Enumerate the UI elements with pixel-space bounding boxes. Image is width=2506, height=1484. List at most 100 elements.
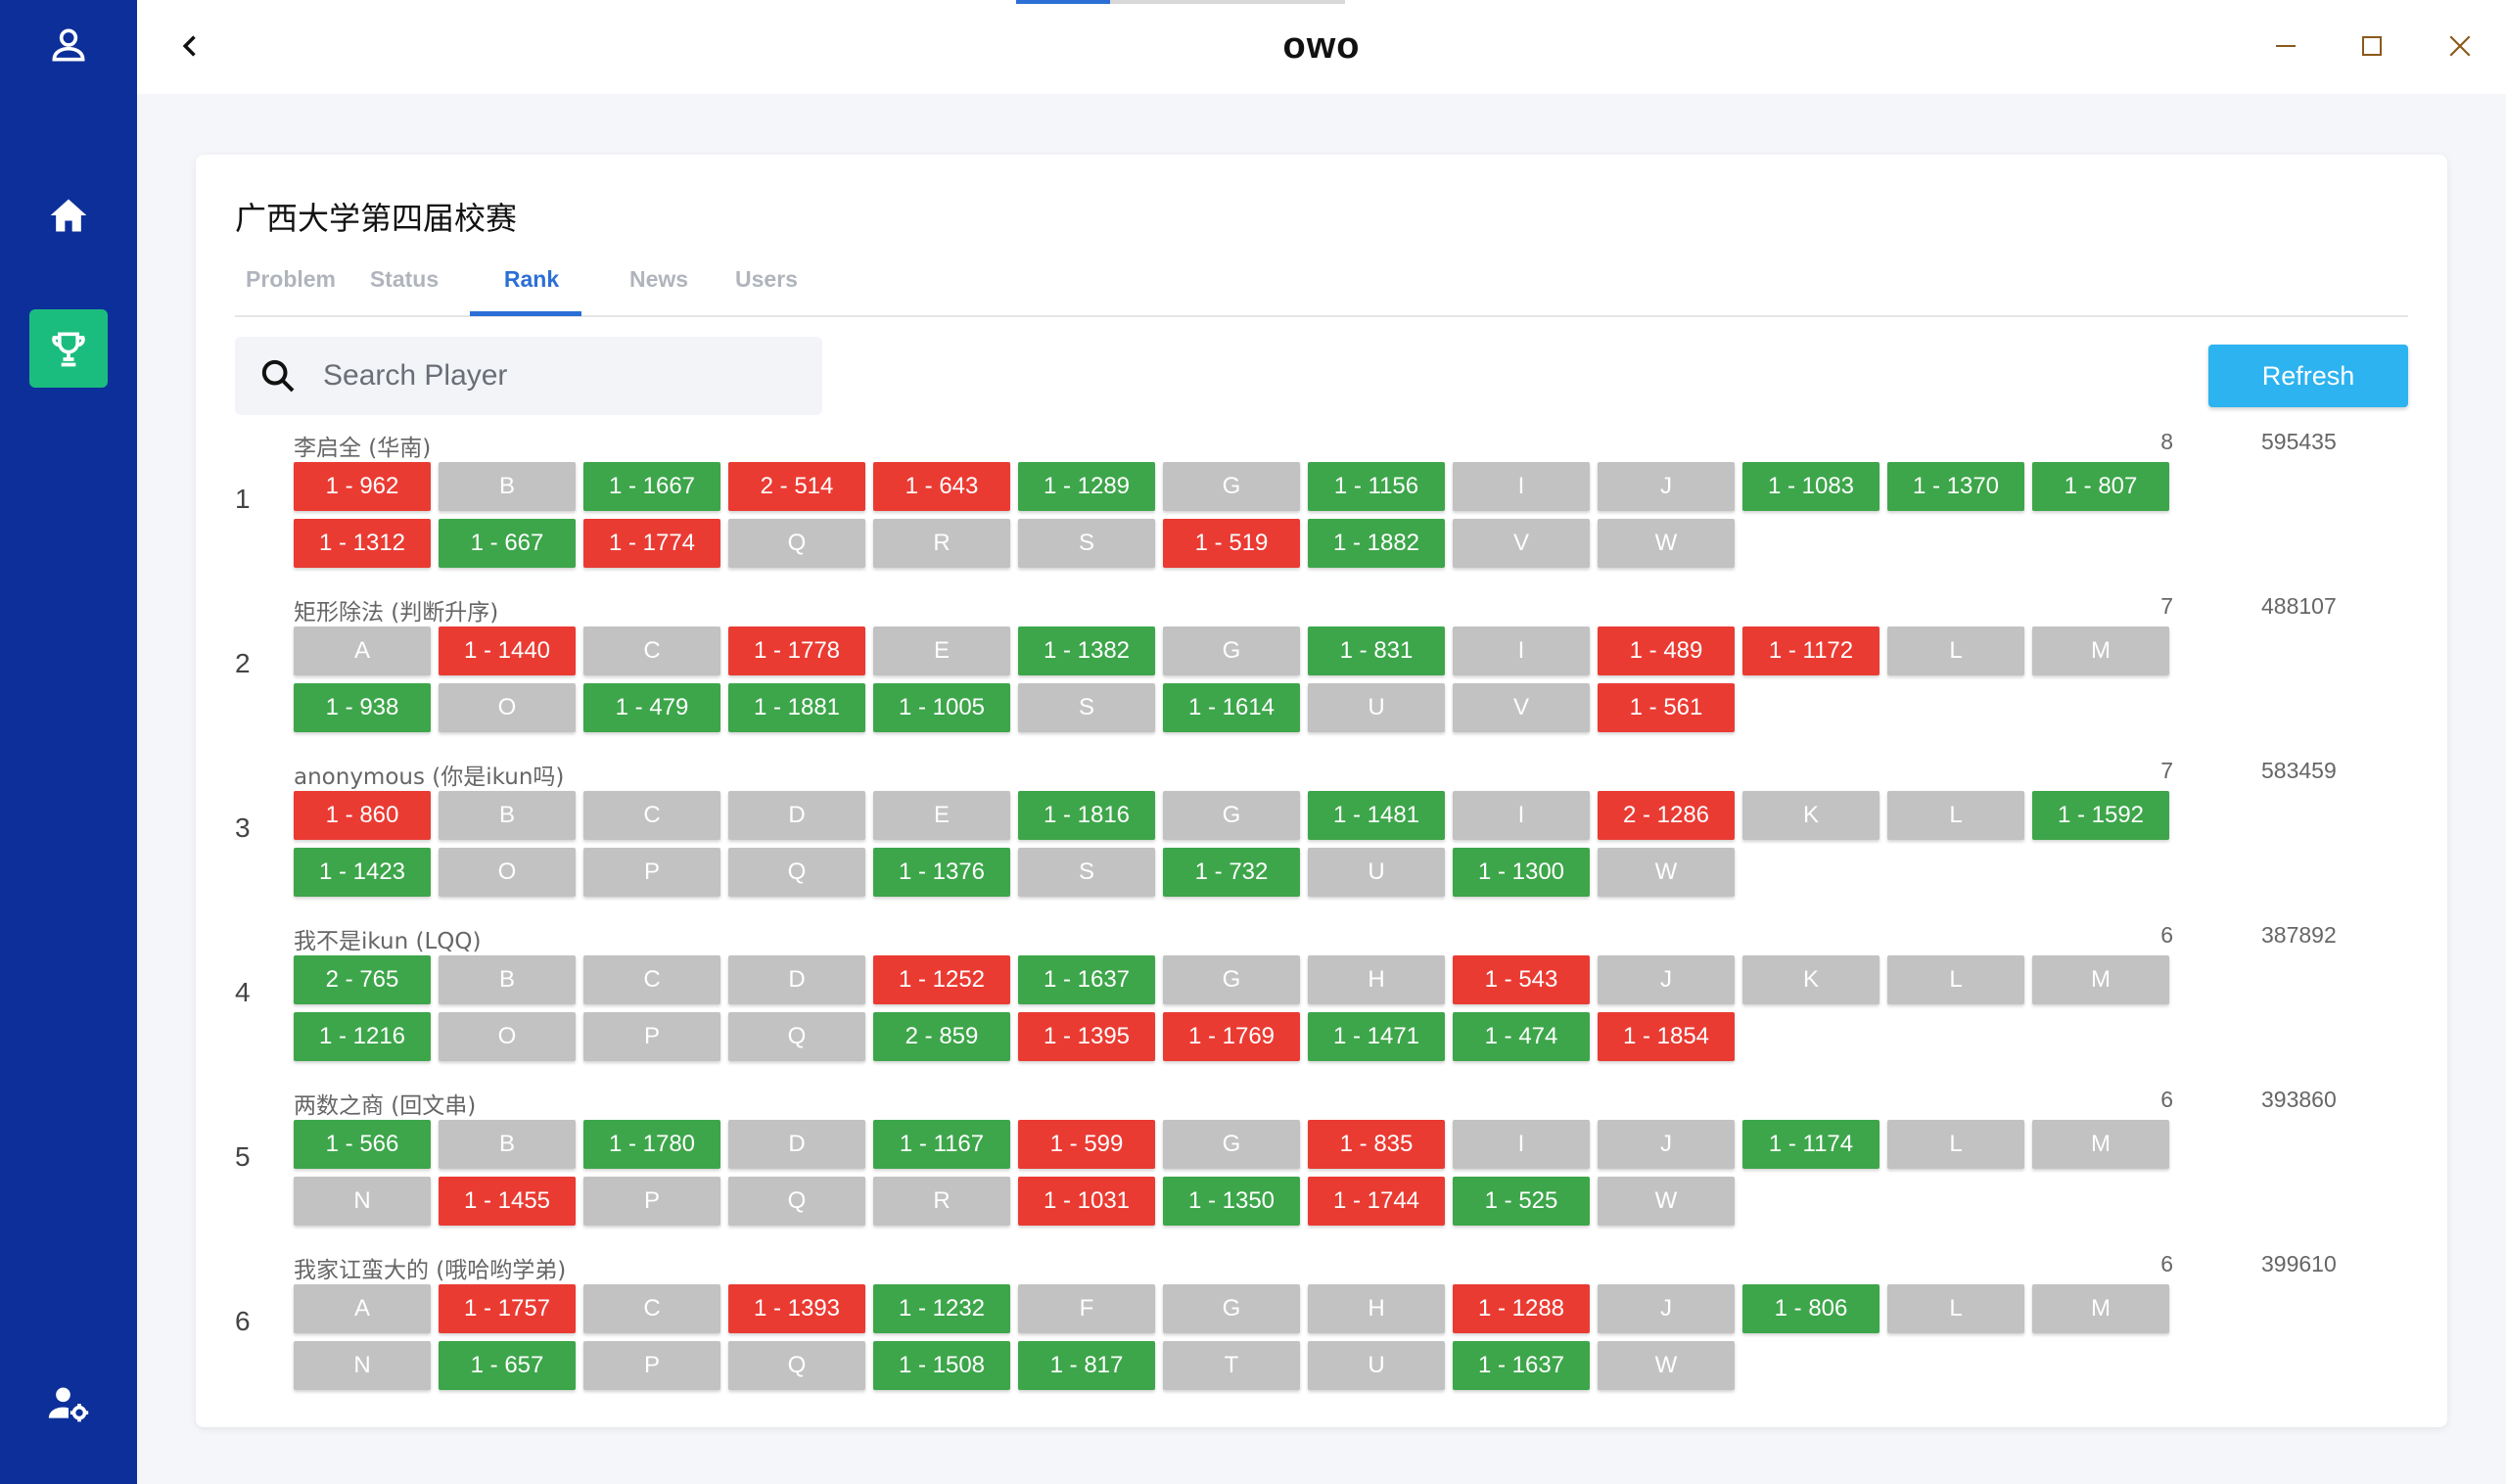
problem-cell[interactable]: 1 - 657 [439,1341,576,1390]
problem-cell[interactable]: 1 - 561 [1598,683,1735,732]
problem-cell[interactable]: 1 - 566 [294,1120,431,1169]
problem-cell[interactable]: 2 - 1286 [1598,791,1735,840]
problem-cell[interactable]: V [1453,519,1590,568]
problem-cell[interactable]: K [1742,791,1880,840]
problem-cell[interactable]: F [1018,1284,1155,1333]
problem-cell[interactable]: B [439,462,576,511]
problem-cell[interactable]: P [583,848,720,897]
problem-cell[interactable]: W [1598,519,1735,568]
tab-problem[interactable]: Problem [235,266,347,293]
problem-cell[interactable]: A [294,626,431,675]
problem-cell[interactable]: 1 - 807 [2032,462,2169,511]
problem-cell[interactable]: 1 - 1481 [1308,791,1445,840]
problem-cell[interactable]: G [1163,955,1300,1004]
problem-cell[interactable]: B [439,1120,576,1169]
problem-cell[interactable]: B [439,791,576,840]
problem-cell[interactable]: C [583,955,720,1004]
tab-news[interactable]: News [603,266,715,293]
problem-cell[interactable]: U [1308,848,1445,897]
problem-cell[interactable]: Q [728,1012,865,1061]
problem-cell[interactable]: 1 - 1667 [583,462,720,511]
problem-cell[interactable]: M [2032,626,2169,675]
problem-cell[interactable]: G [1163,1120,1300,1169]
home-button[interactable] [29,176,108,255]
problem-cell[interactable]: M [2032,1284,2169,1333]
problem-cell[interactable]: 1 - 1423 [294,848,431,897]
problem-cell[interactable]: J [1598,955,1735,1004]
problem-cell[interactable]: G [1163,462,1300,511]
problem-cell[interactable]: 1 - 1393 [728,1284,865,1333]
problem-cell[interactable]: 1 - 732 [1163,848,1300,897]
problem-cell[interactable]: 1 - 1252 [873,955,1010,1004]
problem-cell[interactable]: 1 - 1471 [1308,1012,1445,1061]
problem-cell[interactable]: 1 - 1778 [728,626,865,675]
problem-cell[interactable]: Q [728,1341,865,1390]
contest-button[interactable] [29,309,108,388]
problem-cell[interactable]: C [583,791,720,840]
problem-cell[interactable]: L [1887,1120,2024,1169]
tab-status[interactable]: Status [348,266,460,293]
problem-cell[interactable]: 1 - 667 [439,519,576,568]
problem-cell[interactable]: H [1308,955,1445,1004]
problem-cell[interactable]: P [583,1177,720,1226]
problem-cell[interactable]: H [1308,1284,1445,1333]
problem-cell[interactable]: P [583,1012,720,1061]
problem-cell[interactable]: 1 - 1769 [1163,1012,1300,1061]
minimize-button[interactable] [2261,22,2310,70]
problem-cell[interactable]: S [1018,519,1155,568]
problem-cell[interactable]: 1 - 1083 [1742,462,1880,511]
problem-cell[interactable]: 1 - 1508 [873,1341,1010,1390]
problem-cell[interactable]: 1 - 1440 [439,626,576,675]
problem-cell[interactable]: W [1598,1341,1735,1390]
problem-cell[interactable]: R [873,1177,1010,1226]
problem-cell[interactable]: 1 - 1881 [728,683,865,732]
problem-cell[interactable]: 1 - 1882 [1308,519,1445,568]
maximize-button[interactable] [2347,22,2396,70]
problem-cell[interactable]: L [1887,1284,2024,1333]
problem-cell[interactable]: I [1453,626,1590,675]
problem-cell[interactable]: J [1598,1120,1735,1169]
problem-cell[interactable]: D [728,955,865,1004]
problem-cell[interactable]: I [1453,462,1590,511]
problem-cell[interactable]: C [583,1284,720,1333]
problem-cell[interactable]: R [873,519,1010,568]
problem-cell[interactable]: 1 - 1592 [2032,791,2169,840]
problem-cell[interactable]: T [1163,1341,1300,1390]
problem-cell[interactable]: 1 - 1854 [1598,1012,1735,1061]
problem-cell[interactable]: N [294,1341,431,1390]
problem-cell[interactable]: 1 - 1637 [1453,1341,1590,1390]
problem-cell[interactable]: Q [728,519,865,568]
problem-cell[interactable]: 1 - 1455 [439,1177,576,1226]
problem-cell[interactable]: 1 - 806 [1742,1284,1880,1333]
problem-cell[interactable]: W [1598,1177,1735,1226]
user-button[interactable] [29,6,108,84]
problem-cell[interactable]: O [439,683,576,732]
problem-cell[interactable]: 1 - 1288 [1453,1284,1590,1333]
problem-cell[interactable]: L [1887,626,2024,675]
problem-cell[interactable]: 2 - 514 [728,462,865,511]
user-settings-button[interactable] [29,1365,108,1443]
problem-cell[interactable]: 1 - 1744 [1308,1177,1445,1226]
problem-cell[interactable]: U [1308,683,1445,732]
problem-cell[interactable]: S [1018,683,1155,732]
problem-cell[interactable]: 1 - 525 [1453,1177,1590,1226]
problem-cell[interactable]: 1 - 1370 [1887,462,2024,511]
problem-cell[interactable]: 1 - 1216 [294,1012,431,1061]
refresh-button[interactable]: Refresh [2208,345,2408,407]
problem-cell[interactable]: G [1163,626,1300,675]
problem-cell[interactable]: 1 - 1232 [873,1284,1010,1333]
problem-cell[interactable]: E [873,791,1010,840]
problem-cell[interactable]: D [728,1120,865,1169]
problem-cell[interactable]: E [873,626,1010,675]
problem-cell[interactable]: L [1887,955,2024,1004]
problem-cell[interactable]: 1 - 1637 [1018,955,1155,1004]
problem-cell[interactable]: 1 - 1757 [439,1284,576,1333]
problem-cell[interactable]: 1 - 1172 [1742,626,1880,675]
problem-cell[interactable]: J [1598,1284,1735,1333]
problem-cell[interactable]: 1 - 1167 [873,1120,1010,1169]
problem-cell[interactable]: 1 - 1382 [1018,626,1155,675]
problem-cell[interactable]: M [2032,955,2169,1004]
problem-cell[interactable]: M [2032,1120,2169,1169]
problem-cell[interactable]: 2 - 859 [873,1012,1010,1061]
problem-cell[interactable]: Q [728,848,865,897]
